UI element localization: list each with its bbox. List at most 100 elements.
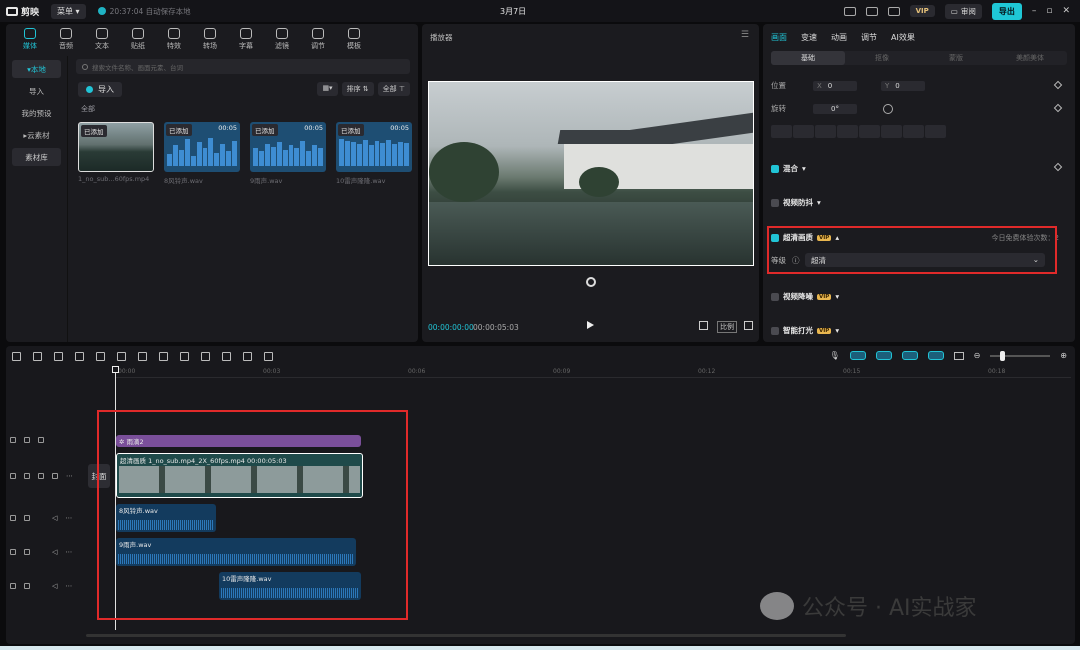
video-preview[interactable] bbox=[428, 81, 754, 266]
align-bottom-icon[interactable] bbox=[881, 125, 902, 138]
delete-icon[interactable] bbox=[138, 352, 147, 361]
side-item-my-presets[interactable]: 我的预设 bbox=[12, 104, 61, 122]
filter-button[interactable]: 全部 ⊤ bbox=[377, 82, 410, 96]
select-tool-icon[interactable] bbox=[12, 352, 21, 361]
subtab-mask[interactable]: 蒙版 bbox=[919, 51, 993, 65]
fullscreen-icon[interactable] bbox=[744, 321, 753, 330]
side-item-cloud[interactable]: ▸ 云素材 bbox=[12, 126, 61, 144]
side-item-library[interactable]: 素材库 bbox=[12, 148, 61, 166]
lock-icon[interactable] bbox=[24, 473, 30, 479]
rotate-dial-icon[interactable] bbox=[883, 103, 893, 114]
align-right-icon[interactable] bbox=[815, 125, 836, 138]
position-x-field[interactable]: X0 bbox=[813, 80, 857, 91]
undo-icon[interactable] bbox=[33, 352, 42, 361]
lock-icon[interactable] bbox=[24, 437, 30, 443]
player-menu-icon[interactable]: ☰ bbox=[741, 30, 749, 40]
distribute-h-icon[interactable] bbox=[903, 125, 924, 138]
blend-checkbox[interactable] bbox=[771, 164, 779, 173]
tab-filters[interactable]: 滤镜 bbox=[264, 24, 300, 54]
lock-icon[interactable] bbox=[24, 583, 30, 589]
denoise-section[interactable]: 视频降噪 VIP ▾ bbox=[771, 291, 839, 302]
tab-animation[interactable]: 动画 bbox=[831, 32, 847, 43]
timeline-scrollbar[interactable] bbox=[86, 634, 846, 637]
volume-icon[interactable]: ◁ bbox=[52, 514, 57, 522]
tab-picture[interactable]: 画面 bbox=[771, 32, 787, 43]
side-item-local[interactable]: ▾ 本地 bbox=[12, 60, 61, 78]
more-icon[interactable]: ⋯ bbox=[65, 582, 72, 590]
subtab-basic[interactable]: 基础 bbox=[771, 51, 845, 65]
import-button[interactable]: 导入 bbox=[78, 82, 122, 97]
mute-icon[interactable] bbox=[52, 473, 58, 479]
more-icon[interactable]: ⋯ bbox=[65, 548, 72, 556]
media-search-input[interactable]: 搜索文件名称、画面元素、台词 bbox=[76, 59, 410, 74]
time-ruler[interactable]: 00:00 00:03 00:06 00:09 00:12 00:15 00:1… bbox=[116, 368, 1071, 378]
link-toggle[interactable] bbox=[849, 351, 866, 360]
playhead-handle[interactable] bbox=[112, 366, 119, 373]
zoom-handle[interactable] bbox=[1000, 350, 1006, 361]
zoom-slider[interactable] bbox=[990, 350, 1051, 361]
crop-icon[interactable] bbox=[264, 352, 273, 361]
snap-toggle[interactable] bbox=[875, 351, 892, 360]
microphone-icon[interactable]: 🎙 bbox=[829, 351, 839, 360]
tab-effects[interactable]: 特效 bbox=[156, 24, 192, 54]
align-left-icon[interactable] bbox=[771, 125, 792, 138]
rotate-clip-icon[interactable] bbox=[243, 352, 252, 361]
zoom-in-icon[interactable]: ⊕ bbox=[1060, 351, 1067, 360]
eye-icon[interactable] bbox=[38, 437, 44, 443]
redo-icon[interactable] bbox=[54, 352, 63, 361]
subtab-beauty[interactable]: 美颜美体 bbox=[993, 51, 1067, 65]
tab-audio[interactable]: 音频 bbox=[48, 24, 84, 54]
tab-ai-effects[interactable]: AI效果 bbox=[891, 32, 915, 43]
zoom-out-icon[interactable]: ⊖ bbox=[974, 351, 981, 360]
tab-sticker[interactable]: 贴纸 bbox=[120, 24, 156, 54]
maximize-icon[interactable]: ▫ bbox=[1046, 6, 1052, 16]
eye-icon[interactable] bbox=[38, 473, 44, 479]
side-item-import[interactable]: 导入 bbox=[12, 82, 61, 100]
tab-media[interactable]: 媒体 bbox=[12, 24, 48, 54]
rotate-field[interactable]: 0° bbox=[813, 103, 857, 114]
tab-adjust[interactable]: 调节 bbox=[861, 32, 877, 43]
preview-axis-toggle[interactable] bbox=[927, 351, 944, 360]
smart-lighting-section[interactable]: 智能打光 VIP ▾ bbox=[771, 325, 839, 336]
split-icon[interactable] bbox=[75, 352, 84, 361]
mirror-icon[interactable] bbox=[222, 352, 231, 361]
shortcut-icon[interactable] bbox=[843, 6, 856, 16]
keyframe-icon[interactable] bbox=[1053, 103, 1063, 113]
ratio-button[interactable]: 比例 bbox=[717, 321, 737, 333]
align-vcenter-icon[interactable] bbox=[859, 125, 880, 138]
snapshot-icon[interactable] bbox=[699, 321, 708, 330]
layout-icon[interactable] bbox=[865, 6, 878, 16]
more-icon[interactable]: ⋯ bbox=[66, 472, 73, 480]
freeze-icon[interactable] bbox=[180, 352, 189, 361]
blend-section[interactable]: 混合 ▾ bbox=[771, 163, 806, 174]
smart-lighting-checkbox[interactable] bbox=[771, 326, 779, 335]
tab-adjust[interactable]: 调节 bbox=[300, 24, 336, 54]
media-item[interactable]: 已添加 00:05 9雨声.wav bbox=[250, 122, 326, 185]
tab-templates[interactable]: 模板 bbox=[336, 24, 372, 54]
more-icon[interactable]: ⋯ bbox=[65, 514, 72, 522]
volume-icon[interactable]: ◁ bbox=[52, 548, 57, 556]
denoise-checkbox[interactable] bbox=[771, 292, 779, 301]
project-title[interactable]: 3月7日 bbox=[500, 6, 526, 17]
sort-button[interactable]: 排序 ⇅ bbox=[341, 82, 374, 96]
tab-transition[interactable]: 转场 bbox=[192, 24, 228, 54]
media-item[interactable]: 已添加 00:05 10雷声隆隆.wav bbox=[336, 122, 412, 185]
reverse-icon[interactable] bbox=[201, 352, 210, 361]
stabilize-checkbox[interactable] bbox=[771, 198, 779, 207]
position-y-field[interactable]: Y0 bbox=[881, 80, 925, 91]
linkage-toggle[interactable] bbox=[901, 351, 918, 360]
stabilize-section[interactable]: 视频防抖 ▾ bbox=[771, 197, 821, 208]
lock-icon[interactable] bbox=[24, 549, 30, 555]
keyframe-icon[interactable] bbox=[1053, 162, 1063, 172]
keyframe-icon[interactable] bbox=[1053, 80, 1063, 90]
subtab-cutout[interactable]: 抠像 bbox=[845, 51, 919, 65]
tab-captions[interactable]: 字幕 bbox=[228, 24, 264, 54]
tab-text[interactable]: 文本 bbox=[84, 24, 120, 54]
tab-speed[interactable]: 变速 bbox=[801, 32, 817, 43]
export-button[interactable]: 导出 bbox=[991, 2, 1022, 20]
lock-icon[interactable] bbox=[24, 515, 30, 521]
distribute-v-icon[interactable] bbox=[925, 125, 946, 138]
timeline-preview-icon[interactable] bbox=[953, 351, 964, 360]
align-hcenter-icon[interactable] bbox=[793, 125, 814, 138]
media-item[interactable]: 已添加 00:05 8风铃声.wav bbox=[164, 122, 240, 185]
